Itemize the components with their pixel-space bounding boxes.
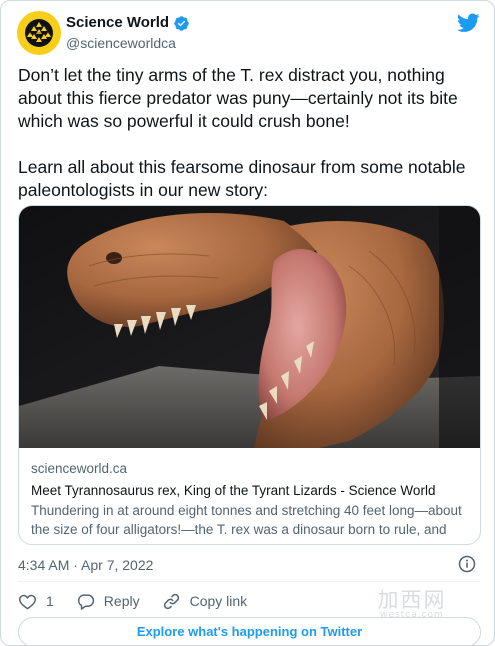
account-names: Science World @scienceworldca [66, 14, 190, 53]
site-watermark: 加西网 westca.com [358, 588, 466, 620]
embedded-tweet-card: Science World @scienceworldca Don’t let … [0, 0, 495, 646]
heart-icon [18, 594, 37, 609]
like-count: 1 [46, 593, 54, 609]
twitter-bird-icon[interactable] [457, 13, 480, 33]
tweet-paragraph: Don’t let the tiny arms of the T. rex di… [18, 65, 458, 131]
action-bar: 1 Reply Copy link [18, 590, 269, 612]
t-rex-preview-image [19, 206, 480, 448]
explore-twitter-button[interactable]: Explore what's happening on Twitter [18, 617, 481, 645]
account-handle[interactable]: @scienceworldca [66, 33, 190, 53]
display-name-row: Science World [66, 14, 190, 32]
like-button[interactable]: 1 [18, 592, 54, 611]
link-preview-meta: scienceworld.ca Meet Tyrannosaurus rex, … [31, 460, 468, 539]
tweet-paragraph: Learn all about this fearsome dinosaur f… [18, 157, 466, 200]
reply-icon [77, 593, 94, 610]
display-name[interactable]: Science World [66, 14, 169, 32]
reply-button[interactable]: Reply [76, 592, 140, 611]
copy-link-label: Copy link [189, 593, 248, 609]
divider [18, 581, 480, 582]
avatar[interactable] [17, 11, 61, 55]
reply-label: Reply [103, 593, 140, 609]
link-description: Thundering in at around eight tonnes and… [31, 503, 462, 537]
link-domain: scienceworld.ca [31, 461, 128, 476]
tweet-header: Science World @scienceworldca [17, 11, 480, 55]
verified-badge-icon [174, 15, 189, 31]
info-icon[interactable] [458, 555, 476, 573]
link-icon [163, 593, 179, 609]
link-preview-card[interactable]: scienceworld.ca Meet Tyrannosaurus rex, … [18, 205, 481, 545]
tweet-body: Don’t let the tiny arms of the T. rex di… [18, 64, 484, 202]
copy-link-button[interactable]: Copy link [162, 592, 248, 611]
tweet-timestamp[interactable]: 4:34 AM · Apr 7, 2022 [18, 556, 153, 574]
watermark-glyphs: 加西网 [377, 588, 447, 612]
science-world-logo-icon [25, 19, 53, 47]
link-title: Meet Tyrannosaurus rex, King of the Tyra… [31, 483, 436, 498]
